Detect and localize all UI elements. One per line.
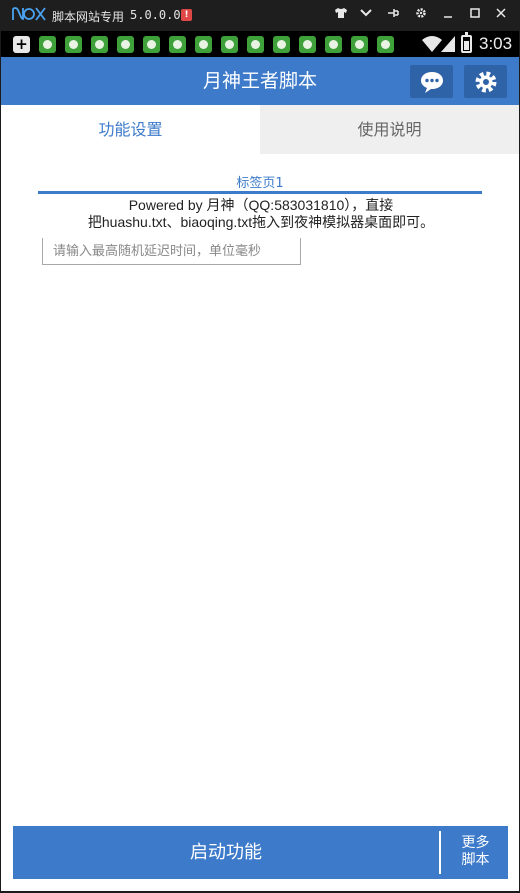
maximize-icon[interactable] — [466, 6, 484, 24]
nox-logo-icon — [12, 7, 46, 21]
notification-icon — [195, 36, 212, 53]
divider — [439, 831, 441, 874]
notification-icon — [117, 36, 134, 53]
emulator-title: 脚本网站专用 — [52, 10, 125, 24]
notification-icon — [143, 36, 160, 53]
info-line-2: 把huashu.txt、biaoqing.txt拖入到夜神模拟器桌面即可。 — [87, 214, 435, 230]
tab-bar: 功能设置 使用说明 — [1, 105, 519, 154]
tab-instructions[interactable]: 使用说明 — [260, 105, 519, 154]
status-clock: 3:03 — [479, 34, 513, 53]
close-icon[interactable] — [492, 6, 510, 24]
app-window: 月神王者脚本 功能设置 使用说明 标签页1 Powered by 月神（QQ:5… — [1, 57, 519, 891]
settings-gear-icon[interactable] — [412, 6, 430, 24]
settings-button[interactable] — [464, 65, 507, 98]
notification-icon — [169, 36, 186, 53]
tab-function-settings[interactable]: 功能设置 — [1, 105, 260, 154]
info-line-1: Powered by 月神（QQ:583031810），直接 — [128, 197, 394, 213]
page-indicator — [38, 191, 482, 194]
notification-icon — [247, 36, 264, 53]
nox-logo — [12, 7, 46, 25]
alert-badge[interactable]: ! — [181, 9, 192, 21]
bottom-action-bar: 启动功能 更多 脚本 — [13, 826, 508, 879]
gear-icon — [475, 71, 497, 93]
emulator-title-bar: 脚本网站专用 5.0.0.0 ! — [0, 0, 520, 31]
add-icon: + — [13, 36, 30, 53]
pin-icon[interactable] — [384, 6, 402, 24]
signal-icon — [441, 36, 455, 52]
more-label-line-1: 更多 — [461, 835, 490, 851]
notification-icon — [325, 36, 342, 53]
minimize-icon[interactable] — [439, 6, 457, 24]
android-status-bar: + 3:03 — [1, 31, 519, 57]
emulator-version: 5.0.0.0 — [130, 8, 181, 22]
notification-icon — [91, 36, 108, 53]
notification-icon — [351, 36, 368, 53]
notification-icon — [65, 36, 82, 53]
chat-bubble-icon — [421, 72, 443, 93]
notification-icon — [39, 36, 56, 53]
app-header: 月神王者脚本 — [1, 57, 519, 105]
chat-button[interactable] — [410, 65, 453, 98]
notification-icon — [299, 36, 316, 53]
notification-icon — [273, 36, 290, 53]
more-label-line-2: 脚本 — [461, 852, 490, 868]
chevron-down-icon[interactable] — [357, 6, 375, 24]
info-text: Powered by 月神（QQ:583031810），直接 把huashu.t… — [39, 197, 483, 231]
shirt-icon[interactable] — [332, 6, 350, 24]
delay-input[interactable] — [42, 238, 301, 265]
start-button[interactable]: 启动功能 — [13, 826, 439, 879]
page-label[interactable]: 标签页1 — [1, 172, 519, 191]
notification-icon — [377, 36, 394, 53]
notification-icon — [221, 36, 238, 53]
battery-icon — [461, 32, 472, 53]
more-scripts-button[interactable]: 更多 脚本 — [443, 826, 508, 879]
wifi-icon — [421, 35, 443, 53]
